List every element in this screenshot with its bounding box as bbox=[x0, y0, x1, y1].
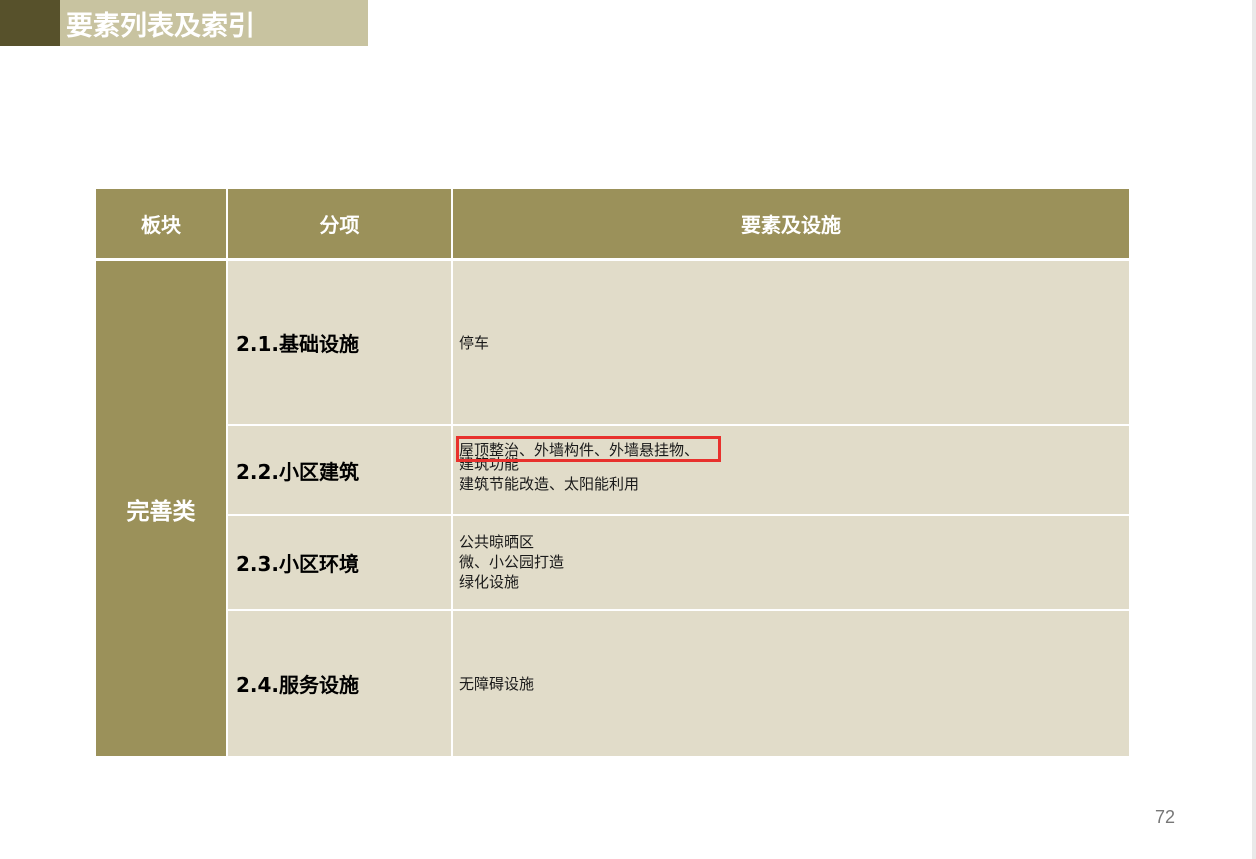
element-text: 公共晾晒区 bbox=[459, 533, 535, 551]
subitem-cell: 2.4.服务设施 bbox=[228, 611, 451, 756]
page-title: 要素列表及索引 bbox=[66, 11, 255, 42]
elements-cell: 停车 bbox=[453, 261, 1129, 424]
header-sector: 板块 bbox=[96, 189, 226, 258]
element-text: 微、小公园打造 bbox=[459, 553, 565, 571]
element-text: 无障碍设施 bbox=[459, 674, 535, 693]
highlight-box bbox=[456, 436, 721, 462]
elements-cell: 公共晾晒区 微、小公园打造 绿化设施 bbox=[453, 516, 1129, 609]
sector-cell: 完善类 bbox=[96, 261, 226, 756]
subitem-cell: 2.1.基础设施 bbox=[228, 261, 451, 424]
element-text: 停车 bbox=[459, 333, 490, 352]
subitem-cell: 2.2.小区建筑 bbox=[228, 426, 451, 514]
title-bar: 要素列表及索引 bbox=[0, 0, 368, 46]
window-edge bbox=[1252, 0, 1256, 859]
title-accent-block bbox=[0, 0, 60, 46]
element-text: 绿化设施 bbox=[459, 573, 520, 591]
subitem-cell: 2.3.小区环境 bbox=[228, 516, 451, 609]
header-elements: 要素及设施 bbox=[453, 189, 1129, 258]
header-subitem: 分项 bbox=[228, 189, 451, 258]
page-number: 72 bbox=[1155, 807, 1176, 827]
element-text: 建筑节能改造、太阳能利用 bbox=[459, 475, 640, 493]
element-index-table: 板块 分项 要素及设施 完善类 2.1.基础设施 停车 2.2.小区建筑 屋顶整… bbox=[96, 189, 1129, 756]
elements-cell: 无障碍设施 bbox=[453, 611, 1129, 756]
